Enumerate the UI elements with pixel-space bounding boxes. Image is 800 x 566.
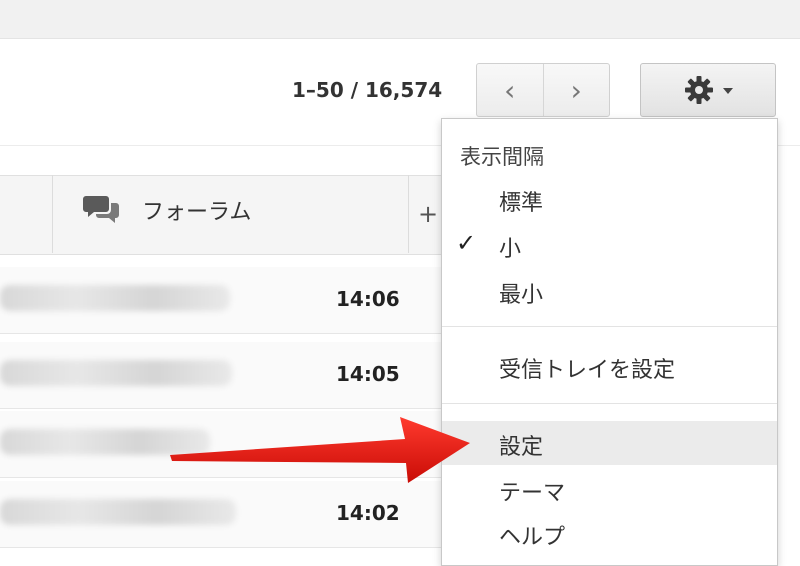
menu-item-density-default[interactable]: 標準 [442, 177, 777, 221]
chevron-left-icon: ‹ [504, 73, 516, 107]
menu-item-label: ヘルプ [499, 525, 566, 550]
menu-item-label: 設定 [499, 435, 544, 460]
browser-top-bar [0, 0, 800, 39]
tab-divider [52, 175, 53, 253]
email-time: 14:06 [336, 287, 400, 311]
annotation-arrow [170, 417, 470, 483]
email-row[interactable]: 14:05 [0, 342, 448, 409]
menu-item-label: 小 [499, 237, 522, 262]
older-button[interactable]: › [542, 64, 610, 116]
menu-item-density-comfortable[interactable]: ✓ 小 [442, 223, 777, 267]
settings-menu: 表示間隔 標準 ✓ 小 最小 受信トレイを設定 設定 テーマ ヘルプ [441, 118, 778, 566]
tab-forums[interactable]: フォーラム [82, 193, 251, 227]
newer-button[interactable]: ‹ [477, 64, 543, 116]
check-icon: ✓ [456, 229, 477, 257]
density-header: 表示間隔 [460, 145, 544, 169]
tab-divider [408, 175, 409, 253]
menu-item-label: 最小 [499, 283, 544, 308]
add-tab-button[interactable]: + [418, 200, 438, 228]
email-time: 14:02 [336, 501, 400, 525]
blurred-sender [0, 360, 232, 386]
blurred-sender [0, 499, 236, 525]
menu-divider [442, 403, 777, 404]
pagination-range: 1–50 / 16,574 [292, 78, 443, 102]
caret-down-icon [723, 88, 733, 94]
blurred-sender [0, 285, 230, 311]
menu-item-label: 標準 [499, 191, 544, 216]
gear-icon [685, 76, 713, 104]
menu-item-label: 受信トレイを設定 [499, 358, 676, 383]
email-row[interactable]: 14:02 [0, 481, 448, 548]
menu-item-configure-inbox[interactable]: 受信トレイを設定 [442, 344, 777, 388]
pager-buttons: ‹ › [476, 63, 610, 117]
email-time: 14:05 [336, 362, 400, 386]
chevron-right-icon: › [570, 73, 582, 107]
chat-bubbles-icon [83, 196, 119, 223]
menu-divider [442, 326, 777, 327]
tab-forums-label: フォーラム [142, 200, 252, 225]
menu-item-label: テーマ [499, 481, 566, 506]
menu-item-help[interactable]: ヘルプ [442, 511, 777, 555]
email-row[interactable]: 14:06 [0, 267, 448, 334]
settings-button[interactable] [640, 63, 776, 117]
menu-item-density-compact[interactable]: 最小 [442, 269, 777, 313]
